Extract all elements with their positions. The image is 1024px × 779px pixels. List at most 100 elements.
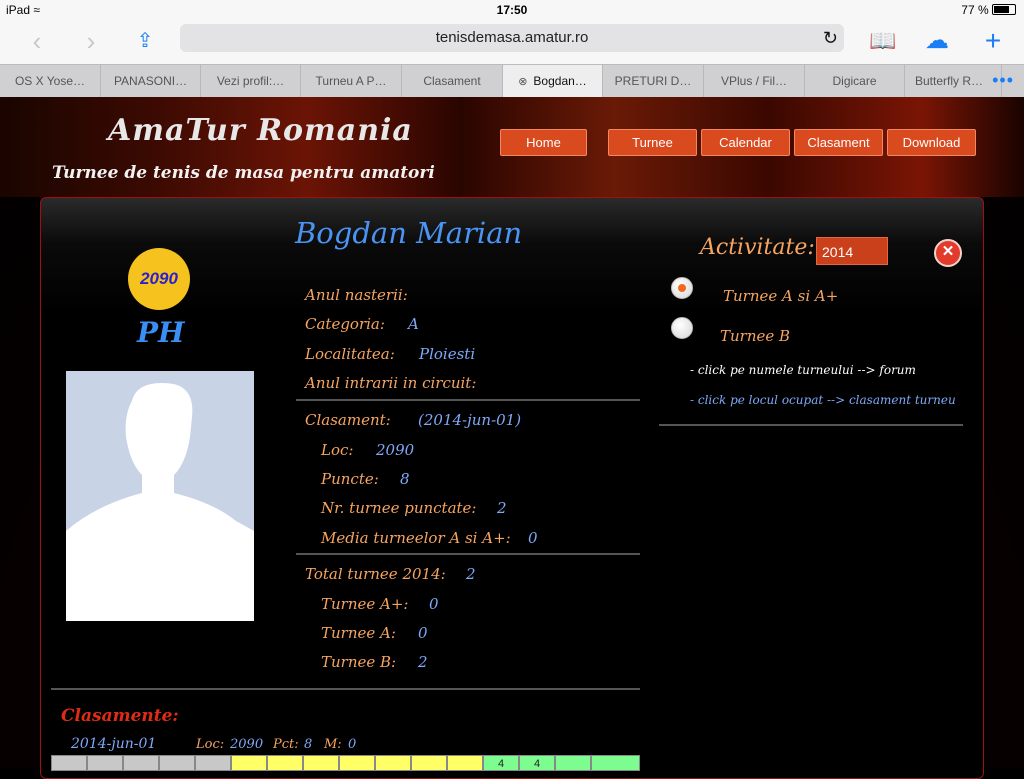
ranking-cell[interactable] [411,755,447,771]
b-tours-label: Turnee B: [321,653,397,671]
divider [296,399,640,401]
battery-indicator: 77 % [961,3,1016,17]
rankings-date[interactable]: 2014-jun-01 [71,736,156,752]
ranking-cell[interactable] [447,755,483,771]
ranking-cell[interactable] [195,755,231,771]
nav-turnee[interactable]: Turnee [608,129,697,156]
tab-digicare[interactable]: Digicare [805,65,905,97]
close-tab-icon[interactable]: ⊗ [518,76,527,88]
clock: 17:50 [496,3,528,17]
rankings-loc-label: Loc: [196,737,225,752]
ranking-cell[interactable]: 4 [483,755,519,771]
nav-home[interactable]: Home [500,129,587,156]
tab-vezi-profil[interactable]: Vezi profil:… [201,65,301,97]
site-header: AmaTur Romania Turnee de tenis de masa p… [0,97,1024,197]
radio-tours-a[interactable] [671,277,693,299]
new-tab-icon[interactable]: + [978,26,1008,56]
county-code: PH [137,316,185,349]
tab-label: OS X Yose… [14,74,86,88]
ranking-cell[interactable] [51,755,87,771]
loc-label: Loc: [321,441,354,459]
ranking-cell[interactable] [123,755,159,771]
points-label: Puncte: [321,470,379,488]
ranking-cell[interactable] [231,755,267,771]
ranking-cell[interactable] [303,755,339,771]
rank-badge: 2090 [128,248,190,310]
rankings-m-value: 0 [348,737,357,752]
tab-label: Digicare [832,74,877,88]
tour-count-value: 2 [497,499,507,517]
radio-tours-b-label[interactable]: Turnee B [720,327,790,345]
ranking-cell[interactable] [339,755,375,771]
total-tours-value: 2 [466,565,476,583]
loc-value: 2090 [376,441,415,459]
a-tours-label: Turnee A: [321,624,396,642]
birth-year-label: Anul nasterii: [305,286,408,304]
nav-calendar[interactable]: Calendar [701,129,790,156]
circuit-year-label: Anul intrarii in circuit: [305,374,477,392]
tour-count-label: Nr. turnee punctate: [321,499,477,517]
ranking-cell[interactable] [87,755,123,771]
hint-forum: - click pe numele turneului --> forum [690,363,916,377]
tab-label: Butterfly R… [915,74,984,88]
address-bar[interactable]: tenisdemasa.amatur.ro ↻ [180,24,844,52]
tab-turneu[interactable]: Turneu A P… [301,65,402,97]
activity-label: Activitate: [700,235,815,260]
radio-tours-a-label[interactable]: Turnee A si A+ [723,287,838,305]
rankings-m-label: M: [324,737,342,752]
ranking-cell[interactable]: 4 [519,755,555,771]
ranking-label: Clasament: [305,411,391,429]
ranking-cell[interactable] [375,755,411,771]
tab-bogdan[interactable]: ⊗ Bogdan… [503,65,603,97]
city-value: Ploiesti [419,345,476,363]
nav-clasament[interactable]: Clasament [794,129,883,156]
more-tabs-icon[interactable]: ••• [992,65,1014,95]
category-value: A [408,315,419,333]
city-label: Localitatea: [305,345,395,363]
tab-label: PRETURI D… [614,74,692,88]
avatar-silhouette-icon [66,383,254,621]
battery-icon [992,4,1016,15]
reload-icon[interactable]: ↻ [823,24,838,52]
player-profile-panel: 2090 PH Bogdan Marian Anul nasterii: Cat… [40,197,984,779]
tab-panasonic[interactable]: PANASONI… [101,65,201,97]
divider [296,553,640,555]
rankings-pct-value: 8 [304,737,313,752]
tab-bar: OS X Yose… PANASONI… Vezi profil:… Turne… [0,64,1024,98]
tab-label: Bogdan… [533,74,587,88]
browser-toolbar: ‹ › ⇪ tenisdemasa.amatur.ro ↻ 📖 ☁ + [0,20,1024,64]
nav-download[interactable]: Download [887,129,976,156]
ranking-cell[interactable] [267,755,303,771]
forward-icon[interactable]: › [76,26,106,56]
tab-label: Turneu A P… [315,74,387,88]
bookmarks-icon[interactable]: 📖 [868,26,898,56]
divider [51,688,640,690]
back-icon[interactable]: ‹ [22,26,52,56]
close-icon[interactable]: ✕ [934,239,962,267]
battery-percent: 77 % [961,3,989,17]
site-title: AmaTur Romania [108,113,413,148]
a-tours-value: 0 [418,624,428,642]
url-text: tenisdemasa.amatur.ro [435,29,589,46]
aplus-tours-label: Turnee A+: [321,595,409,613]
icloud-tabs-icon[interactable]: ☁ [922,26,952,56]
media-value: 0 [528,529,538,547]
ranking-cell[interactable] [555,755,591,771]
tab-label: VPlus / Fil… [720,74,787,88]
tab-osx[interactable]: OS X Yose… [0,65,101,97]
share-icon[interactable]: ⇪ [130,26,160,56]
activity-year-select[interactable]: 2014 [816,237,888,265]
tab-label: Clasament [423,74,481,88]
ranking-cell[interactable] [591,755,640,771]
rankings-title: Clasamente: [61,706,179,726]
tab-clasament[interactable]: Clasament [402,65,503,97]
tab-preturi[interactable]: PRETURI D… [603,65,704,97]
tab-vplus[interactable]: VPlus / Fil… [704,65,805,97]
ranking-cell[interactable] [159,755,195,771]
ranking-date: (2014-jun-01) [418,411,522,429]
aplus-tours-value: 0 [429,595,439,613]
points-value: 8 [400,470,410,488]
tab-butterfly[interactable]: Butterfly R… [905,65,1002,97]
site-subtitle: Turnee de tenis de masa pentru amatori [52,163,435,183]
radio-tours-b[interactable] [671,317,693,339]
